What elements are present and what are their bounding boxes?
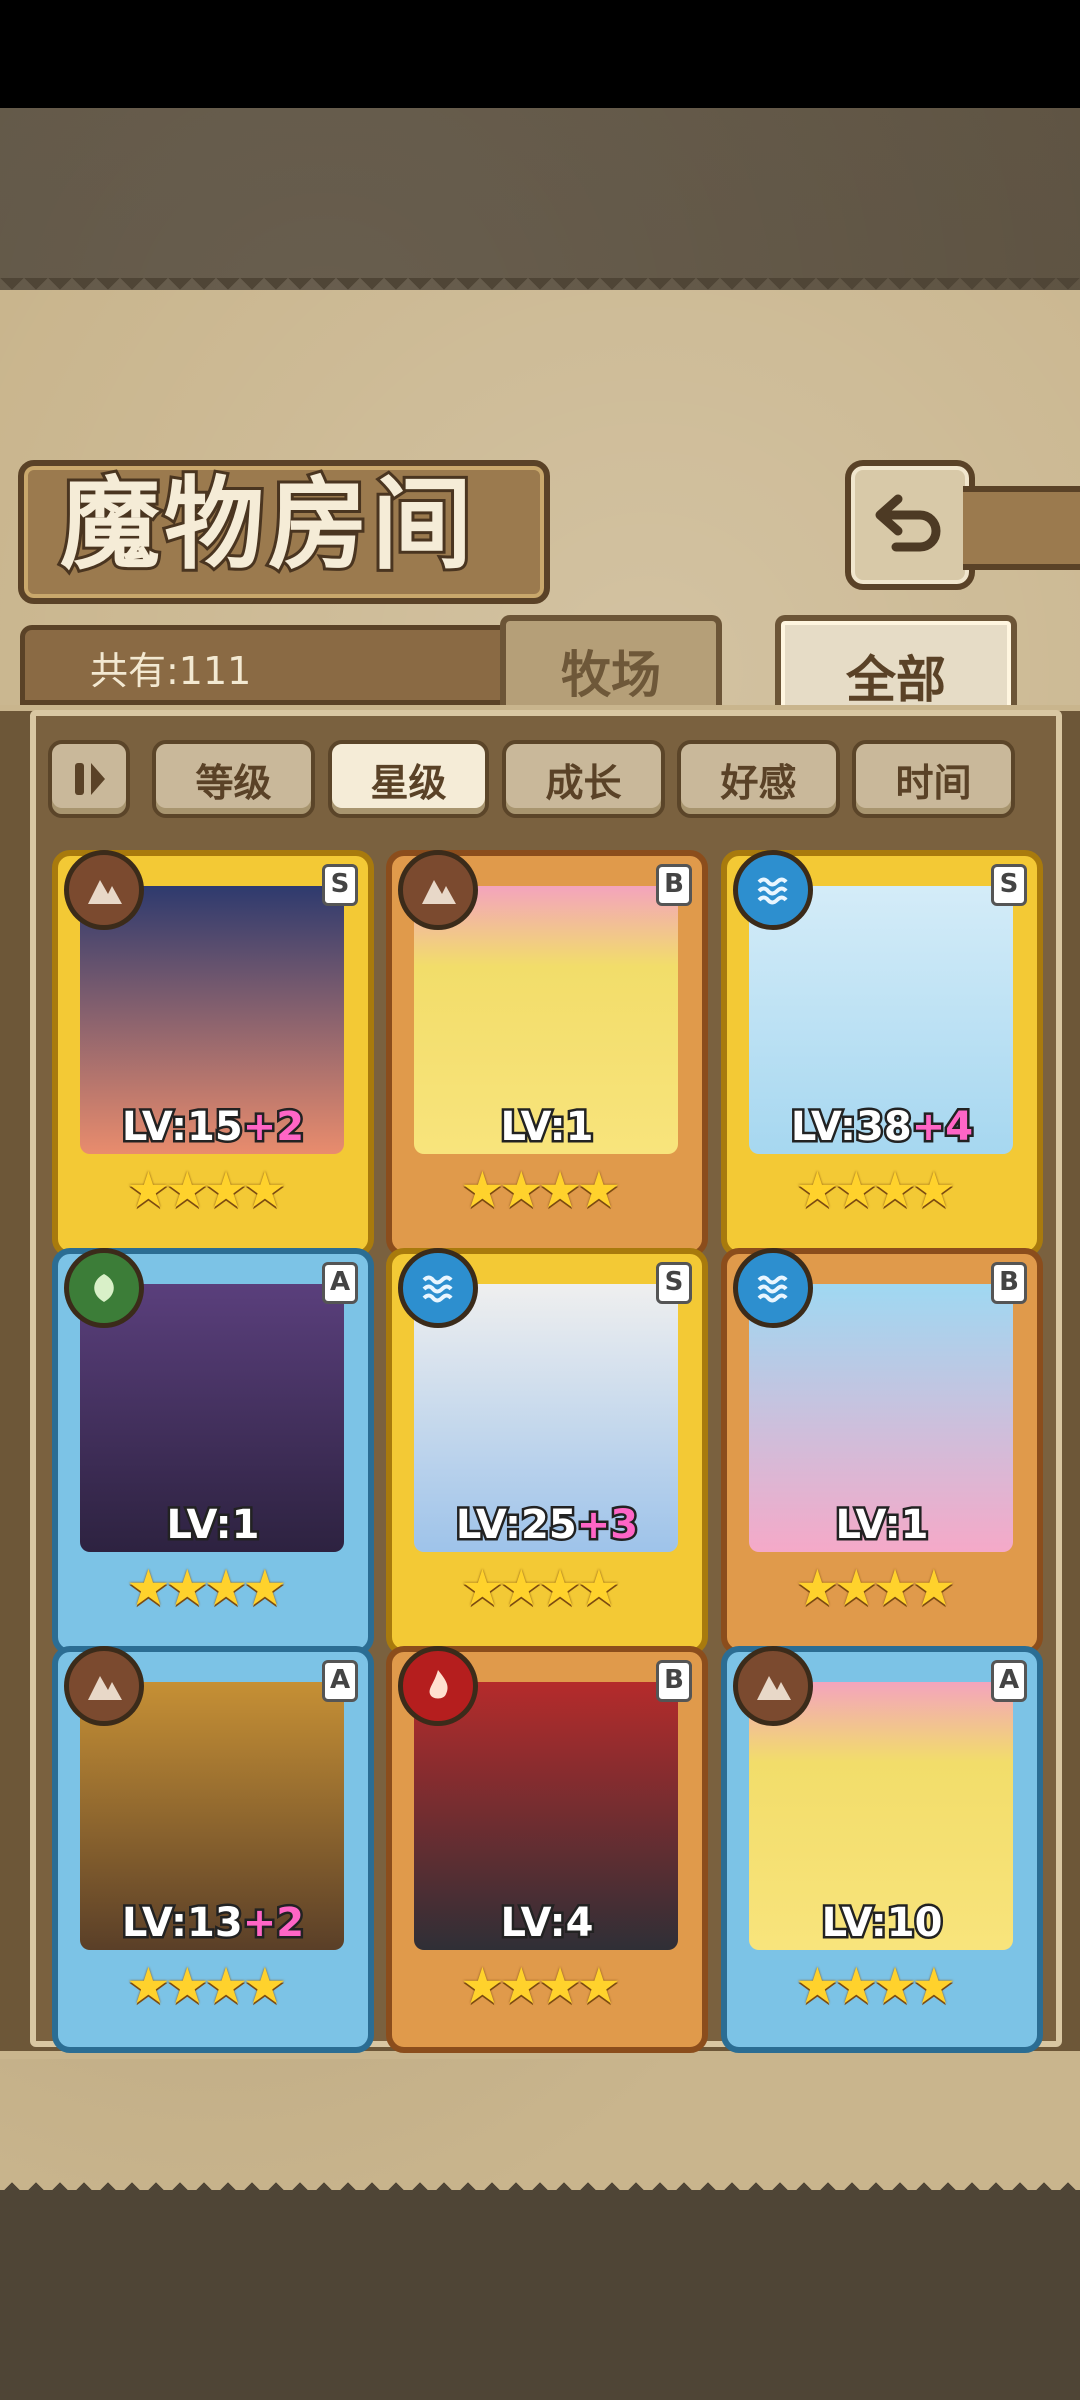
water-element-icon <box>733 850 813 930</box>
star-rating: ★★★★ <box>460 1957 621 2015</box>
level-value: LV:15 <box>119 1102 245 1153</box>
filter-affection[interactable]: 好感 <box>677 740 840 818</box>
star-rating: ★★★★ <box>795 1161 956 1219</box>
earth-element-icon <box>398 850 478 930</box>
level-label: LV:13+2 <box>58 1898 368 1949</box>
level-value: LV:10 <box>819 1898 945 1949</box>
rank-badge: B <box>656 864 692 906</box>
level-label: LV:1 <box>392 1102 702 1153</box>
filter-growth[interactable]: 成长 <box>502 740 665 818</box>
level-bonus: +2 <box>240 1898 306 1949</box>
level-value: LV:4 <box>498 1898 596 1949</box>
star-rating: ★★★★ <box>126 1957 287 2015</box>
star-rating: ★★★★ <box>126 1161 287 1219</box>
level-label: LV:38+4 <box>727 1102 1037 1153</box>
star-rating: ★★★★ <box>460 1559 621 1617</box>
star-rating: ★★★★ <box>795 1559 956 1617</box>
level-label: LV:15+2 <box>58 1102 368 1153</box>
rank-badge: S <box>656 1262 692 1304</box>
water-element-icon <box>398 1248 478 1328</box>
rank-badge: B <box>991 1262 1027 1304</box>
level-label: LV:1 <box>58 1500 368 1551</box>
rank-badge: A <box>991 1660 1027 1702</box>
monster-card[interactable]: B LV:1 ★★★★ <box>721 1248 1043 1655</box>
back-arrow-icon <box>875 494 941 552</box>
level-label: LV:10 <box>727 1898 1037 1949</box>
level-value: LV:25 <box>453 1500 579 1551</box>
monster-card[interactable]: A LV:10 ★★★★ <box>721 1646 1043 2053</box>
leaf-element-icon <box>64 1248 144 1328</box>
monster-card[interactable]: S LV:25+3 ★★★★ <box>386 1248 708 1655</box>
star-rating: ★★★★ <box>795 1957 956 2015</box>
rank-badge: A <box>322 1660 358 1702</box>
level-value: LV:1 <box>498 1102 596 1153</box>
rank-badge: S <box>991 864 1027 906</box>
level-value: LV:1 <box>833 1500 931 1551</box>
monster-card[interactable]: S LV:38+4 ★★★★ <box>721 850 1043 1257</box>
game-screen: 魔物房间 共有:111 牧场 全部 等级 星级 成长 好感 时间 S LV:15… <box>0 0 1080 2400</box>
monster-card[interactable]: S LV:15+2 ★★★★ <box>52 850 374 1257</box>
level-label: LV:4 <box>392 1898 702 1949</box>
filter-level[interactable]: 等级 <box>152 740 315 818</box>
rank-badge: B <box>656 1660 692 1702</box>
map-background-bottom <box>0 2190 1080 2400</box>
torn-edge-top <box>0 278 1080 302</box>
rank-badge: A <box>322 1262 358 1304</box>
fire-element-icon <box>398 1646 478 1726</box>
level-value: LV:13 <box>119 1898 245 1949</box>
star-rating: ★★★★ <box>126 1559 287 1617</box>
back-button[interactable] <box>845 460 975 590</box>
status-bar <box>0 0 1080 108</box>
pause-sort-icon <box>75 763 105 795</box>
earth-element-icon <box>64 850 144 930</box>
earth-element-icon <box>64 1646 144 1726</box>
level-bonus: +2 <box>240 1102 306 1153</box>
sort-order-toggle[interactable] <box>48 740 130 818</box>
filter-time[interactable]: 时间 <box>852 740 1015 818</box>
level-value: LV:1 <box>164 1500 262 1551</box>
monster-card[interactable]: B LV:1 ★★★★ <box>386 850 708 1257</box>
level-value: LV:38 <box>788 1102 914 1153</box>
back-button-rail <box>963 486 1080 570</box>
level-bonus: +3 <box>574 1500 640 1551</box>
monster-card[interactable]: A LV:13+2 ★★★★ <box>52 1646 374 2053</box>
monster-card[interactable]: B LV:4 ★★★★ <box>386 1646 708 2053</box>
water-element-icon <box>733 1248 813 1328</box>
earth-element-icon <box>733 1646 813 1726</box>
level-label: LV:25+3 <box>392 1500 702 1551</box>
monster-count: 共有:111 <box>90 649 252 693</box>
star-rating: ★★★★ <box>460 1161 621 1219</box>
level-bonus: +4 <box>909 1102 975 1153</box>
page-title: 魔物房间 <box>57 466 476 583</box>
rank-badge: S <box>322 864 358 906</box>
level-label: LV:1 <box>727 1500 1037 1551</box>
monster-card[interactable]: A LV:1 ★★★★ <box>52 1248 374 1655</box>
filter-star[interactable]: 星级 <box>328 740 489 818</box>
